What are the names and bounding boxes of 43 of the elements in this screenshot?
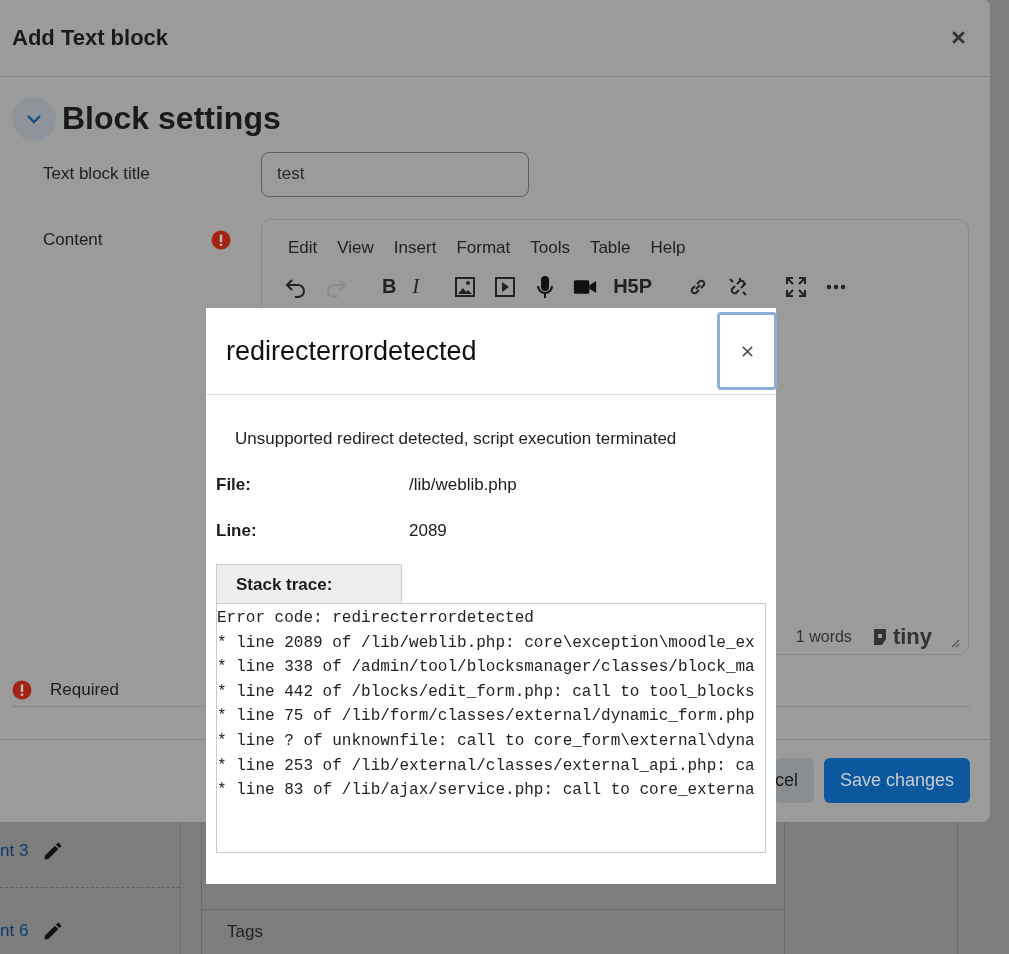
close-icon: [740, 344, 754, 358]
stack-trace-line: * line 253 of /lib/external/classes/external_api.php: ca: [217, 755, 756, 777]
error-message: Unsupported redirect detected, script execution terminated: [235, 429, 678, 449]
section-title: Block settings: [62, 100, 281, 137]
menu-item[interactable]: Edit: [278, 237, 328, 258]
stack-trace-tab[interactable]: Stack trace:: [216, 564, 402, 603]
menu-item[interactable]: View: [327, 237, 384, 258]
editor-logo[interactable]: tiny: [869, 623, 932, 650]
format-button[interactable]: B: [382, 275, 397, 298]
save-button[interactable]: Save changes: [823, 758, 970, 804]
stack-trace-line: * line 338 of /admin/tool/blocksmanager/classes/block_ma: [217, 657, 756, 679]
stack-trace-line: * line 2089 of /lib/weblib.php: core\exception\moodle_ex: [217, 632, 756, 654]
stack-trace-line: Error code: redirecterrordetected: [217, 608, 535, 629]
detail-label: Line:: [216, 521, 258, 541]
stack-trace-line: * line 442 of /blocks/edit_form.php: call to tool_blocks: [217, 681, 756, 703]
modal-title: Add Text block: [12, 24, 169, 51]
close-icon[interactable]: [951, 30, 966, 46]
media-icon[interactable]: [493, 274, 518, 299]
required-note: Required: [50, 679, 119, 700]
stack-trace-line: * line 75 of /lib/form/classes/external/dynamic_form.php: [217, 706, 756, 728]
field-label: Content: [43, 228, 103, 250]
dialog-title: redirecterrordetected: [226, 335, 477, 367]
stack-trace-line: * line 83 of /lib/ajax/service.php: call to core_externa: [217, 780, 756, 802]
cancel-button[interactable]: cel: [774, 758, 814, 804]
field-label: Text block title: [43, 162, 151, 185]
menu-item[interactable]: Format: [446, 237, 521, 258]
menu-item[interactable]: Help: [640, 237, 696, 258]
title-input[interactable]: test: [261, 151, 529, 197]
word-count: 1 words: [795, 627, 852, 646]
menu-item[interactable]: Table: [579, 237, 641, 258]
fullscreen-icon[interactable]: [784, 274, 809, 299]
detail-value: /lib/weblib.php: [409, 475, 517, 495]
detail-value: 2089: [409, 521, 447, 541]
detail-label: File:: [216, 475, 252, 495]
stack-trace-line: * line ? of unknownfile: call to core_form\external\dyna: [217, 730, 756, 752]
resize-handle-icon[interactable]: [950, 637, 960, 648]
italic-button[interactable]: I: [412, 275, 420, 298]
image-icon[interactable]: [453, 274, 478, 299]
required-icon: [12, 679, 32, 700]
format-button[interactable]: H5P: [613, 275, 653, 298]
tags-label: Tags: [227, 922, 263, 942]
menu-item[interactable]: Tools: [520, 237, 580, 258]
menu-item[interactable]: Insert: [383, 237, 447, 258]
